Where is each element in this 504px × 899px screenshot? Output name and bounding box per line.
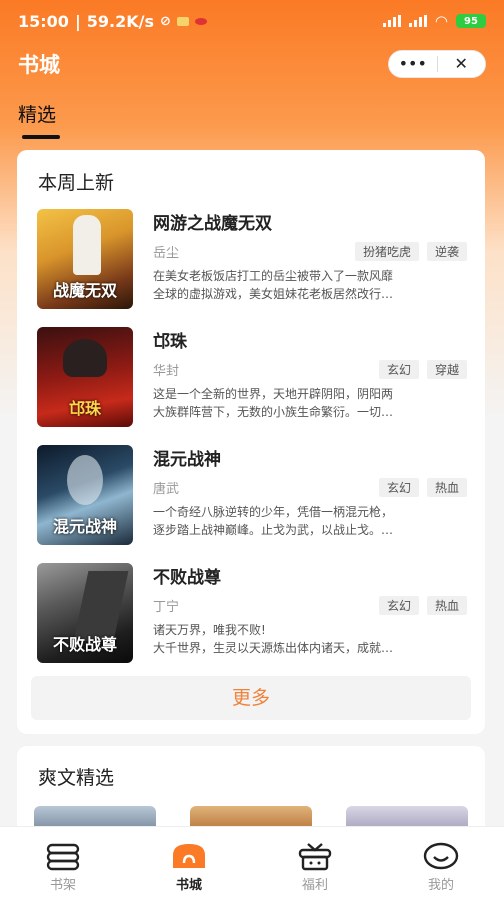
book-tags: 玄幻 热血 xyxy=(378,596,467,615)
no-disturb-icon: ⊘ xyxy=(160,13,171,29)
book-cover: 不败战尊 xyxy=(37,563,133,663)
book-tag: 玄幻 xyxy=(378,596,419,615)
close-button[interactable]: ✕ xyxy=(438,50,486,78)
book-tag: 热血 xyxy=(426,478,467,497)
section-title: 本周上新 xyxy=(38,172,115,194)
weekly-new-section: 本周上新 战魔无双 网游之战魔无双 岳尘 扮猪吃虎 逆袭 在美女老板饭店打工的岳… xyxy=(17,150,485,734)
nav-welfare[interactable]: 福利 xyxy=(252,827,378,899)
status-bar: 15:00 | 59.2K/s ⊘ ◠ 95 xyxy=(0,0,504,42)
book-author: 华封 xyxy=(153,364,180,379)
book-title: 混元战神 xyxy=(153,450,221,470)
book-description: 诸天万界，唯我不败! 大千世界，生灵以天源炼出体内诸天，成就… xyxy=(153,623,394,655)
book-cover: 邙珠 xyxy=(37,327,133,427)
book-tag: 热血 xyxy=(426,596,467,615)
app-header: 书城 ••• ✕ xyxy=(0,44,504,84)
tab-active-indicator xyxy=(22,135,60,139)
mini-program-capsule: ••• ✕ xyxy=(388,50,486,78)
cover-title: 不败战尊 xyxy=(52,635,117,654)
signal-icon xyxy=(382,15,401,27)
book-tag: 穿越 xyxy=(426,360,467,379)
book-tag: 逆袭 xyxy=(426,242,467,261)
book-description: 一个奇经八脉逆转的少年，凭借一柄混元枪， 逐步踏上战神巅峰。止戈为武，以战止戈。… xyxy=(153,505,394,537)
nav-label: 我的 xyxy=(427,878,454,893)
nav-label: 书架 xyxy=(49,878,76,893)
book-title: 不败战尊 xyxy=(153,568,221,588)
gift-icon xyxy=(298,843,332,871)
eye-icon xyxy=(194,17,207,25)
book-author: 丁宁 xyxy=(153,600,180,615)
book-title: 网游之战魔无双 xyxy=(153,214,272,234)
battery-level: 95 xyxy=(464,15,478,27)
book-title: 邙珠 xyxy=(153,332,187,352)
book-item[interactable]: 混元战神 混元战神 唐武 玄幻 热血 一个奇经八脉逆转的少年，凭借一柄混元枪， … xyxy=(37,445,467,545)
signal-icon-2 xyxy=(408,15,427,27)
section-title: 爽文精选 xyxy=(38,767,115,789)
book-item[interactable]: 邙珠 邙珠 华封 玄幻 穿越 这是一个全新的世界，天地开辟阴阳，阴阳两 大族群阵… xyxy=(37,327,467,427)
network-speed: 59.2K/s xyxy=(86,11,155,31)
book-author: 唐武 xyxy=(153,482,180,497)
bookshelf-icon xyxy=(46,843,80,871)
book-item[interactable]: 不败战尊 不败战尊 丁宁 玄幻 热血 诸天万界，唯我不败! 大千世界，生灵以天源… xyxy=(37,563,467,663)
bookstore-icon xyxy=(173,844,205,868)
more-menu-button[interactable]: ••• xyxy=(389,50,437,78)
profile-icon xyxy=(423,842,459,870)
page-title: 书城 xyxy=(18,53,60,77)
book-description: 这是一个全新的世界，天地开辟阴阳，阴阳两 大族群阵营下，无数的小族生命繁衍。一切… xyxy=(153,387,394,419)
tab-featured[interactable]: 精选 xyxy=(18,100,60,139)
tab-label: 精选 xyxy=(18,104,57,126)
cover-title: 混元战神 xyxy=(52,517,117,536)
nav-label: 福利 xyxy=(301,878,328,893)
nav-bookstore[interactable]: 书城 xyxy=(126,827,252,899)
card-icon xyxy=(176,16,189,26)
cover-title: 邙珠 xyxy=(68,399,101,418)
battery-icon: 95 xyxy=(456,14,486,28)
nav-profile[interactable]: 我的 xyxy=(378,827,504,899)
book-tags: 扮猪吃虎 逆袭 xyxy=(354,242,467,261)
book-item[interactable]: 战魔无双 网游之战魔无双 岳尘 扮猪吃虎 逆袭 在美女老板饭店打工的岳尘被带入了… xyxy=(37,209,467,309)
nav-bookshelf[interactable]: 书架 xyxy=(0,827,126,899)
book-tags: 玄幻 穿越 xyxy=(378,360,467,379)
cover-title: 战魔无双 xyxy=(52,281,117,300)
book-description: 在美女老板饭店打工的岳尘被带入了一款风靡 全球的虚拟游戏，美女姐妹花老板居然改行… xyxy=(153,269,394,301)
nav-label: 书城 xyxy=(175,878,202,893)
book-tags: 玄幻 热血 xyxy=(378,478,467,497)
book-cover: 战魔无双 xyxy=(37,209,133,309)
wifi-icon: ◠ xyxy=(434,12,448,30)
status-time: 15:00 xyxy=(18,11,69,31)
more-button[interactable]: 更多 xyxy=(31,676,471,720)
bottom-navigation: 书架 书城 福利 我的 xyxy=(0,826,504,899)
book-cover: 混元战神 xyxy=(37,445,133,545)
book-tag: 玄幻 xyxy=(378,360,419,379)
book-tag: 玄幻 xyxy=(378,478,419,497)
book-tag: 扮猪吃虎 xyxy=(354,242,419,261)
book-author: 岳尘 xyxy=(153,246,180,261)
